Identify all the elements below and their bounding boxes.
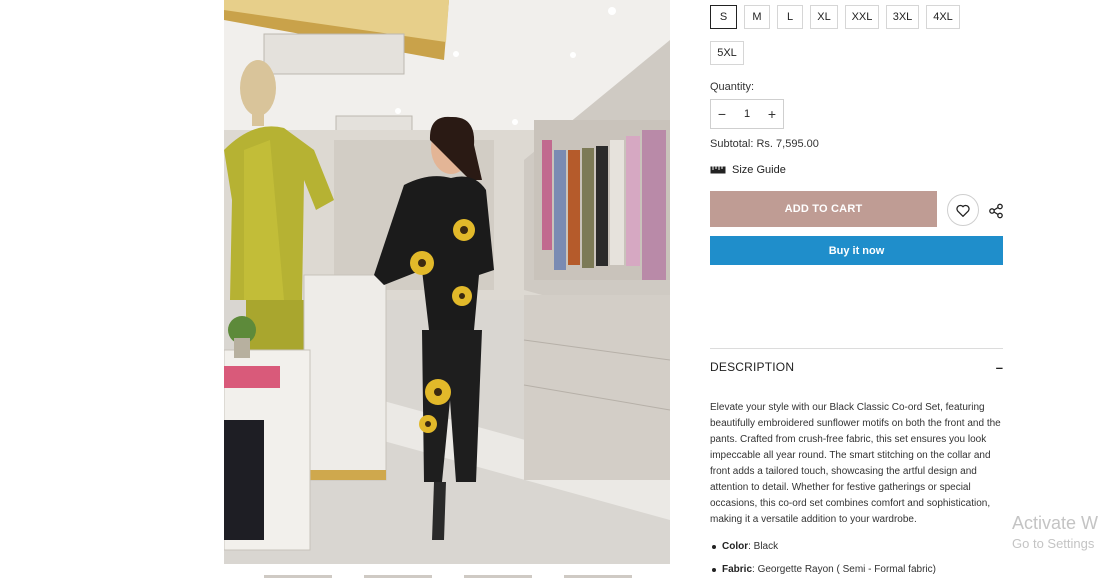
size-option-4xl[interactable]: 4XL xyxy=(926,5,960,29)
quantity-decrease-button[interactable]: − xyxy=(711,100,733,128)
ruler-icon xyxy=(710,166,726,174)
size-guide-link[interactable]: Size Guide xyxy=(710,164,786,176)
divider xyxy=(710,348,1003,349)
buy-now-button[interactable]: Buy it now xyxy=(710,236,1003,265)
spec-key: Color xyxy=(722,541,749,552)
quantity-value[interactable]: 1 xyxy=(736,100,758,128)
size-option-m[interactable]: M xyxy=(744,5,770,29)
subtotal: Subtotal: Rs. 7,595.00 xyxy=(710,138,819,150)
quantity-increase-button[interactable]: + xyxy=(761,100,783,128)
product-photo-illustration xyxy=(224,0,670,564)
quantity-label: Quantity: xyxy=(710,81,755,93)
product-image[interactable] xyxy=(224,0,670,564)
spec-fabric: Fabric: Georgette Rayon ( Semi - Formal … xyxy=(710,562,1010,585)
add-to-cart-button[interactable]: ADD TO CART xyxy=(710,191,937,227)
watermark-line-2: Go to Settings xyxy=(1012,536,1095,551)
wishlist-button[interactable] xyxy=(947,194,979,226)
spec-value: : Black xyxy=(748,541,779,552)
thumbnail-strip[interactable] xyxy=(224,574,670,578)
spec-value: : Georgette Rayon ( Semi - Formal fabric… xyxy=(752,564,936,575)
description-accordion-header[interactable]: DESCRIPTION – xyxy=(710,358,1003,376)
size-option-xxl[interactable]: XXL xyxy=(845,5,879,29)
size-guide-label: Size Guide xyxy=(732,164,786,176)
spec-color: Color: Black xyxy=(710,539,1010,562)
size-option-5xl[interactable]: 5XL xyxy=(710,41,744,65)
size-option-s[interactable]: S xyxy=(710,5,737,29)
heart-icon xyxy=(956,204,970,217)
watermark-line-1: Activate W xyxy=(1012,513,1099,533)
spec-key: Fabric xyxy=(722,564,753,575)
collapse-icon[interactable]: – xyxy=(996,360,1003,375)
product-specs: Color: Black Fabric: Georgette Rayon ( S… xyxy=(710,539,1010,585)
size-option-xl[interactable]: XL xyxy=(810,5,838,29)
size-option-l[interactable]: L xyxy=(777,5,803,29)
description-title: DESCRIPTION xyxy=(710,360,795,374)
size-option-3xl[interactable]: 3XL xyxy=(886,5,919,29)
share-icon[interactable] xyxy=(988,203,1004,219)
description-text: Elevate your style with our Black Classi… xyxy=(710,402,1001,525)
quantity-stepper: − 1 + xyxy=(710,99,784,129)
activation-watermark: Activate W Go to Settings xyxy=(1012,512,1098,554)
